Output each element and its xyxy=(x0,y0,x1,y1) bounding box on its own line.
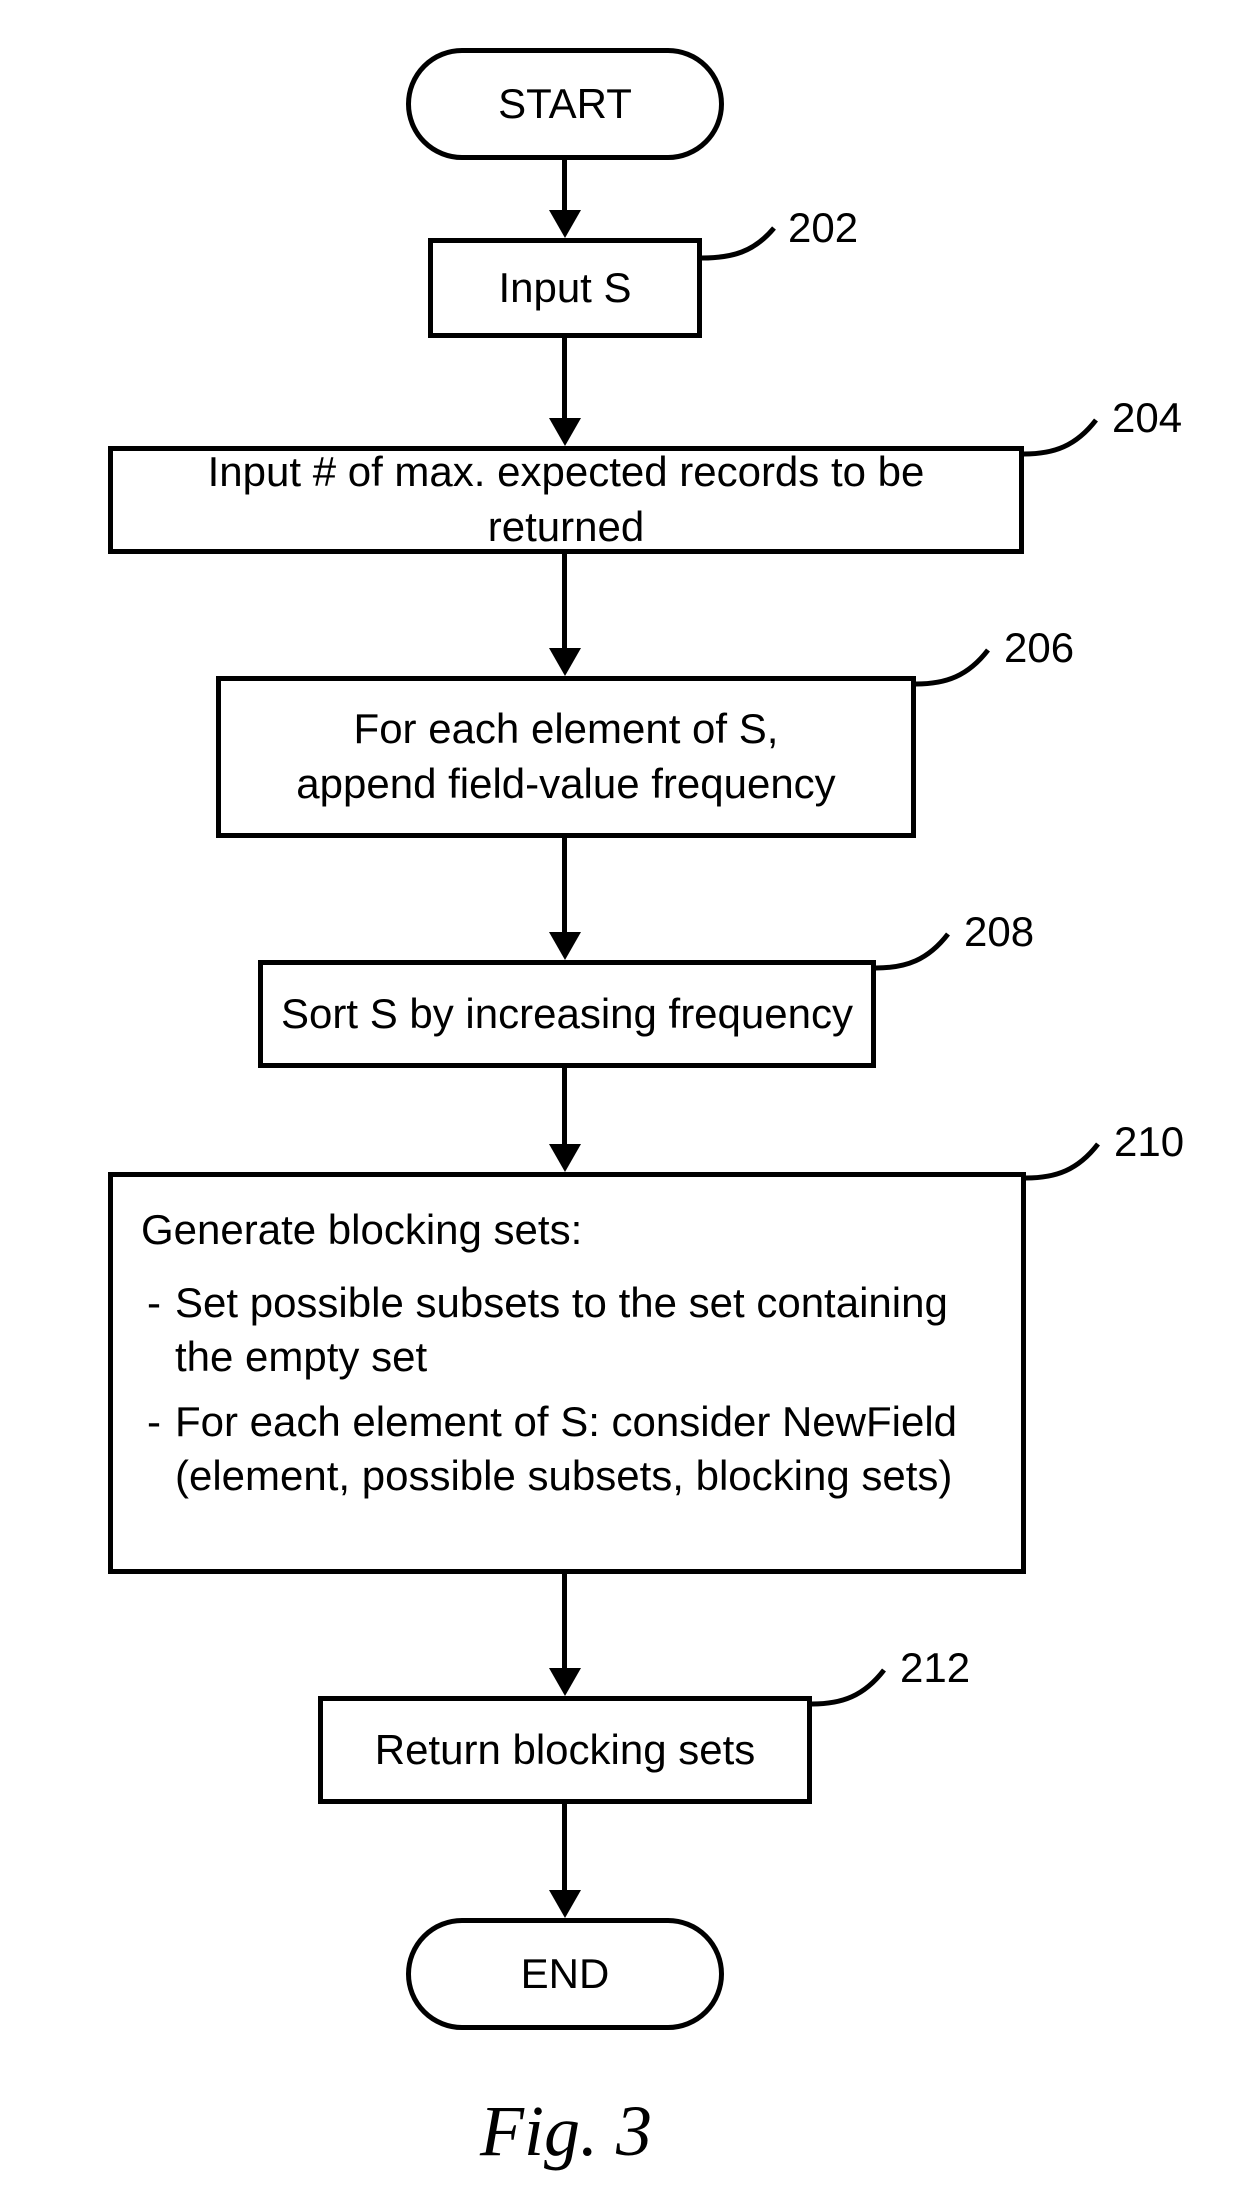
arrow-head-icon xyxy=(549,418,581,446)
step-text: Sort S by increasing frequency xyxy=(281,987,853,1042)
figure-caption: Fig. 3 xyxy=(480,2090,652,2173)
ref-212: 212 xyxy=(900,1644,970,1692)
flow-step-206: For each element of S,append field-value… xyxy=(216,676,916,838)
flow-step-212: Return blocking sets xyxy=(318,1696,812,1804)
step-bullet: Set possible subsets to the set containi… xyxy=(141,1276,993,1385)
step-text: Return blocking sets xyxy=(375,1723,756,1778)
step-text: Input S xyxy=(498,261,631,316)
arrow xyxy=(562,554,567,650)
leader-line xyxy=(1024,414,1114,474)
arrow xyxy=(562,1804,567,1892)
flow-step-204: Input # of max. expected records to be r… xyxy=(108,446,1024,554)
flow-end-label: END xyxy=(521,1950,610,1998)
arrow-head-icon xyxy=(549,932,581,960)
arrow-head-icon xyxy=(549,1144,581,1172)
step-heading: Generate blocking sets: xyxy=(141,1203,993,1258)
arrow xyxy=(562,838,567,934)
arrow-head-icon xyxy=(549,1890,581,1918)
arrow-head-icon xyxy=(549,648,581,676)
flow-step-202: Input S xyxy=(428,238,702,338)
flowchart-canvas: START Input S 202 Input # of max. expect… xyxy=(0,0,1241,2210)
flow-end: END xyxy=(406,1918,724,2030)
ref-202: 202 xyxy=(788,204,858,252)
arrow xyxy=(562,1068,567,1146)
step-text: For each element of S,append field-value… xyxy=(296,702,835,811)
ref-208: 208 xyxy=(964,908,1034,956)
leader-line xyxy=(812,1664,902,1724)
arrow xyxy=(562,1574,567,1670)
ref-210: 210 xyxy=(1114,1118,1184,1166)
leader-line xyxy=(702,222,792,282)
step-bullet: For each element of S: consider NewField… xyxy=(141,1395,993,1504)
step-text: Input # of max. expected records to be r… xyxy=(131,445,1001,554)
leader-line xyxy=(876,928,966,988)
leader-line xyxy=(1026,1138,1116,1198)
arrow xyxy=(562,338,567,420)
leader-line xyxy=(916,644,1006,704)
flow-step-210: Generate blocking sets: Set possible sub… xyxy=(108,1172,1026,1574)
flow-start: START xyxy=(406,48,724,160)
flow-step-208: Sort S by increasing frequency xyxy=(258,960,876,1068)
arrow xyxy=(562,160,567,212)
ref-204: 204 xyxy=(1112,394,1182,442)
arrow-head-icon xyxy=(549,210,581,238)
arrow-head-icon xyxy=(549,1668,581,1696)
flow-start-label: START xyxy=(498,80,632,128)
ref-206: 206 xyxy=(1004,624,1074,672)
